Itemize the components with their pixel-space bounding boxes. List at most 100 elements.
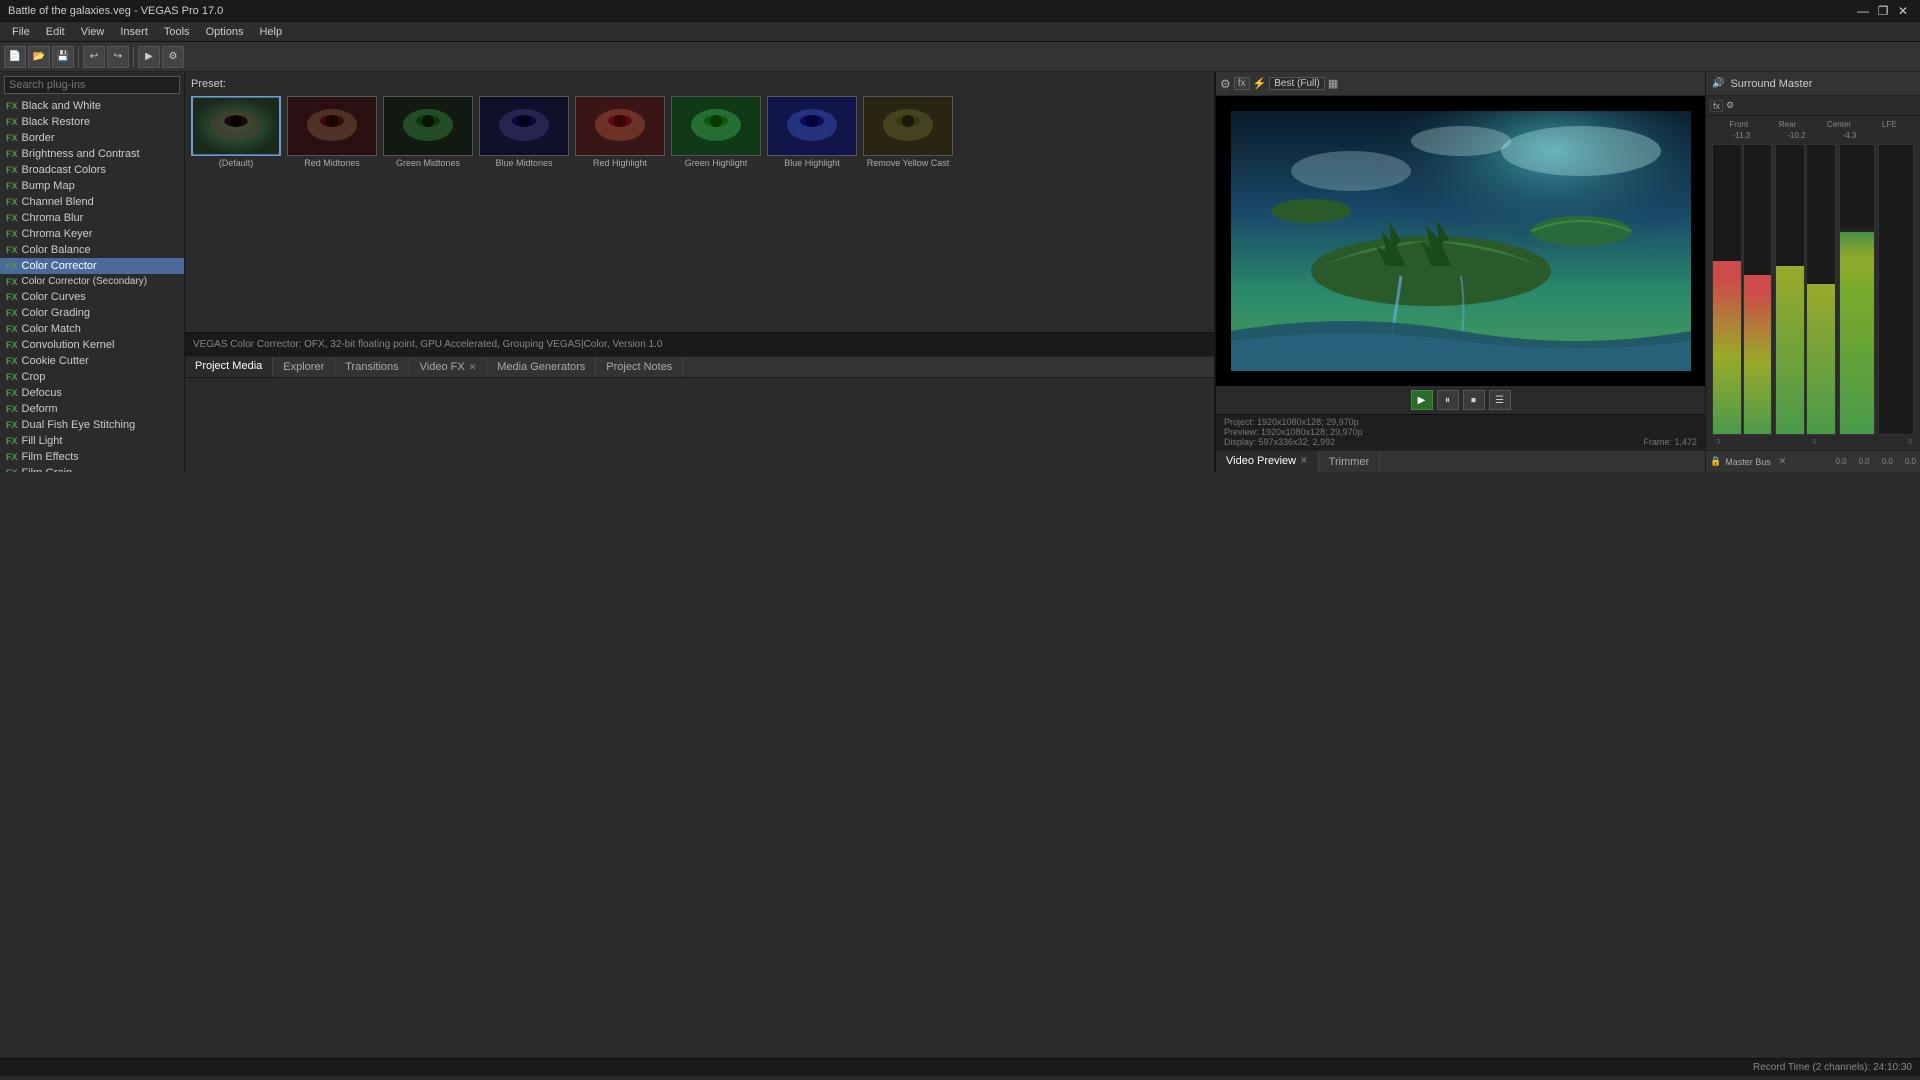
meter-front-right: [1743, 144, 1773, 435]
close-button[interactable]: ✕: [1894, 3, 1912, 19]
status-bar: Record Time (2 channels): 24:10:30: [0, 1058, 1920, 1076]
open-button[interactable]: 📂: [28, 46, 50, 68]
plugin-item-cookie[interactable]: FXCookie Cutter: [0, 353, 184, 369]
plugin-item-black-restore[interactable]: FXBlack Restore: [0, 114, 184, 130]
fx-badge: FX: [6, 197, 18, 207]
preset-default[interactable]: (Default): [191, 96, 281, 168]
plugin-item-brightness[interactable]: FXBrightness and Contrast: [0, 146, 184, 162]
menu-help[interactable]: Help: [251, 24, 290, 40]
menu-options[interactable]: Options: [198, 24, 252, 40]
plugin-item-convolution[interactable]: FXConvolution Kernel: [0, 337, 184, 353]
plugin-item-bump[interactable]: FXBump Map: [0, 178, 184, 194]
tab-explorer[interactable]: Explorer: [273, 357, 335, 377]
preset-green-highlight-label: Green Highlight: [685, 158, 748, 168]
preview-menu-button[interactable]: ☰: [1489, 390, 1511, 410]
plugin-item-color-curves[interactable]: FXColor Curves: [0, 289, 184, 305]
new-button[interactable]: 📄: [4, 46, 26, 68]
plugin-item-color-match[interactable]: FXColor Match: [0, 321, 184, 337]
preview-stop-button[interactable]: ⏹: [1463, 390, 1485, 410]
redo-button[interactable]: ↪: [107, 46, 129, 68]
menu-view[interactable]: View: [73, 24, 113, 40]
meter-rear-value: -10.2: [1787, 131, 1805, 140]
plugin-item-border[interactable]: FXBorder: [0, 130, 184, 146]
plugin-item-black-and-white[interactable]: FXBlack and White: [0, 98, 184, 114]
menu-tools[interactable]: Tools: [156, 24, 198, 40]
plugin-item-dual-fish[interactable]: FXDual Fish Eye Stitching: [0, 417, 184, 433]
save-button[interactable]: 💾: [52, 46, 74, 68]
window-controls[interactable]: — ❐ ✕: [1854, 3, 1912, 19]
preset-green-midtones[interactable]: Green Midtones: [383, 96, 473, 168]
surround-settings-icon[interactable]: ⚙: [1726, 100, 1734, 111]
tab-video-preview[interactable]: Video Preview ✕: [1216, 451, 1319, 472]
tab-trimmer[interactable]: Trimmer: [1319, 451, 1381, 472]
preview-grid-icon[interactable]: ▦: [1328, 77, 1338, 90]
preset-blue-highlight-label: Blue Highlight: [784, 158, 840, 168]
plugin-item-channel-blend[interactable]: FXChannel Blend: [0, 194, 184, 210]
tab-video-fx[interactable]: Video FX ✕: [410, 357, 488, 377]
fx-badge: FX: [6, 324, 18, 334]
plugin-item-film-effects[interactable]: FXFilm Effects: [0, 449, 184, 465]
preset-blue-midtones[interactable]: Blue Midtones: [479, 96, 569, 168]
menu-edit[interactable]: Edit: [38, 24, 73, 40]
render-button[interactable]: ▶: [138, 46, 160, 68]
preview-settings-icon[interactable]: ⚙: [1220, 77, 1231, 91]
settings-button[interactable]: ⚙: [162, 46, 184, 68]
preview-controls-bar: ▶ ⏸ ⏹ ☰: [1216, 386, 1705, 414]
undo-button[interactable]: ↩: [83, 46, 105, 68]
preset-red-midtones-label: Red Midtones: [304, 158, 360, 168]
tab-project-notes[interactable]: Project Notes: [596, 357, 683, 377]
preset-blue-highlight[interactable]: Blue Highlight: [767, 96, 857, 168]
plugin-item-color-corrector-secondary[interactable]: FXColor Corrector (Secondary): [0, 274, 184, 289]
preset-red-midtones[interactable]: Red Midtones: [287, 96, 377, 168]
tab-transitions[interactable]: Transitions: [335, 357, 409, 377]
preset-red-highlight[interactable]: Red Highlight: [575, 96, 665, 168]
tab-media-generators[interactable]: Media Generators: [487, 357, 596, 377]
plugin-item-broadcast[interactable]: FXBroadcast Colors: [0, 162, 184, 178]
plugin-item-color-grading[interactable]: FXColor Grading: [0, 305, 184, 321]
menu-bar: File Edit View Insert Tools Options Help: [0, 22, 1920, 42]
tab-project-media[interactable]: Project Media: [185, 357, 273, 377]
main-tab-bar: Project Media Explorer Transitions Video…: [185, 356, 1214, 378]
plugin-item-chroma-blur[interactable]: FXChroma Blur: [0, 210, 184, 226]
minimize-button[interactable]: —: [1854, 3, 1872, 19]
meter-rear-left: [1775, 144, 1805, 435]
plugin-item-deform[interactable]: FXDeform: [0, 401, 184, 417]
toolbar-separator-2: [133, 47, 134, 67]
plugin-item-defocus[interactable]: FXDefocus: [0, 385, 184, 401]
plugin-item-color-corrector[interactable]: FXColor Corrector: [0, 258, 184, 274]
preset-green-highlight[interactable]: Green Highlight: [671, 96, 761, 168]
fx-badge: FX: [6, 468, 18, 472]
preset-red-highlight-label: Red Highlight: [593, 158, 647, 168]
menu-insert[interactable]: Insert: [112, 24, 156, 40]
preview-pause-button[interactable]: ⏸: [1437, 390, 1459, 410]
tab-video-preview-close[interactable]: ✕: [1300, 455, 1308, 466]
tab-video-fx-close[interactable]: ✕: [469, 362, 477, 373]
plugin-item-fill-light[interactable]: FXFill Light: [0, 433, 184, 449]
scale-label-3r: -3: [1810, 439, 1816, 446]
master-bus-lock-icon[interactable]: 🔒: [1710, 456, 1721, 467]
search-input[interactable]: [4, 76, 180, 94]
plugin-item-crop[interactable]: FXCrop: [0, 369, 184, 385]
preview-quality-selector[interactable]: Best (Full): [1269, 77, 1325, 90]
master-val-3: 0.0: [1882, 457, 1893, 466]
preset-area: Preset: (Default) Red: [185, 72, 1214, 332]
toolbar-separator-1: [78, 47, 79, 67]
fx-badge: FX: [6, 149, 18, 159]
plugin-item-film-grain[interactable]: FXFilm Grain: [0, 465, 184, 472]
preset-remove-yellow[interactable]: Remove Yellow Cast: [863, 96, 953, 168]
preview-icon-3[interactable]: ⚡: [1253, 77, 1267, 90]
meter-rear-right: [1806, 144, 1836, 435]
preview-tab-bar: Video Preview ✕ Trimmer: [1216, 450, 1705, 472]
surround-fx-btn[interactable]: fx: [1710, 100, 1723, 112]
preview-fx-icon[interactable]: fx: [1234, 77, 1250, 90]
fx-badge: FX: [6, 292, 18, 302]
maximize-button[interactable]: ❐: [1874, 3, 1892, 19]
master-bus-close[interactable]: ✕: [1779, 456, 1787, 467]
meter-front-label: Front: [1729, 120, 1748, 129]
preview-play-button[interactable]: ▶: [1411, 390, 1433, 410]
menu-file[interactable]: File: [4, 24, 38, 40]
fx-badge: FX: [6, 308, 18, 318]
plugin-item-chroma-keyer[interactable]: FXChroma Keyer: [0, 226, 184, 242]
plugin-item-color-balance[interactable]: FXColor Balance: [0, 242, 184, 258]
app-title: Battle of the galaxies.veg - VEGAS Pro 1…: [8, 5, 223, 17]
